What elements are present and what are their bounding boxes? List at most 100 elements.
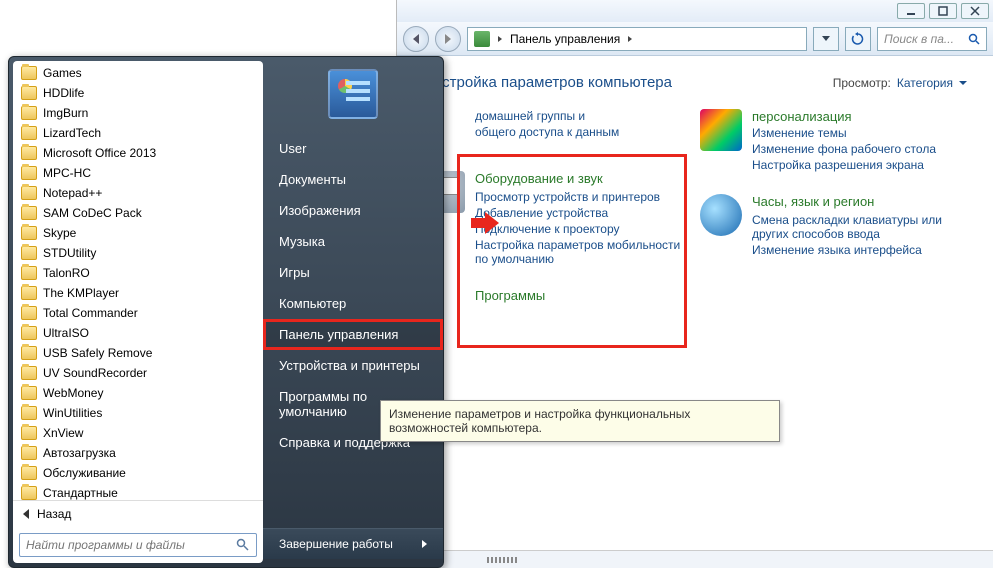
refresh-icon <box>851 32 865 46</box>
program-item[interactable]: XnView <box>15 423 261 443</box>
view-by-selector[interactable]: Просмотр: Категория <box>833 76 967 90</box>
category-link[interactable]: Смена раскладки клавиатуры или других сп… <box>752 213 967 241</box>
view-by-value[interactable]: Категория <box>897 76 953 90</box>
address-bar[interactable]: Панель управления <box>467 27 807 51</box>
program-item[interactable]: WebMoney <box>15 383 261 403</box>
category-appearance: персонализация Изменение темы Изменение … <box>700 109 967 174</box>
category-columns: домашней группы и общего доступа к данны… <box>423 109 967 350</box>
program-label: SAM CoDeC Pack <box>43 206 142 220</box>
category-title[interactable]: персонализация <box>752 109 936 124</box>
program-item[interactable]: UltraISO <box>15 323 261 343</box>
category-link[interactable]: Добавление устройства <box>475 206 690 220</box>
program-item[interactable]: HDDlife <box>15 83 261 103</box>
program-label: UV SoundRecorder <box>43 366 147 380</box>
category-link[interactable]: Изменение темы <box>752 126 936 140</box>
start-right-item[interactable]: Документы <box>263 164 443 195</box>
search-placeholder: Поиск в па... <box>884 32 954 46</box>
chevron-right-icon <box>498 36 502 42</box>
explorer-search-input[interactable]: Поиск в па... <box>877 27 987 51</box>
nav-forward-button[interactable] <box>435 26 461 52</box>
program-label: USB Safely Remove <box>43 346 152 360</box>
start-right-item[interactable]: Игры <box>263 257 443 288</box>
category-link[interactable]: домашней группы и <box>475 109 619 123</box>
program-item[interactable]: MPC-HC <box>15 163 261 183</box>
start-right-item[interactable]: Компьютер <box>263 288 443 319</box>
program-item[interactable]: SAM CoDeC Pack <box>15 203 261 223</box>
program-item[interactable]: Обслуживание <box>15 463 261 483</box>
globe-clock-icon <box>700 194 742 236</box>
category-hardware-sound: Оборудование и звук Просмотр устройств и… <box>423 171 690 268</box>
category-link[interactable]: Изменение фона рабочего стола <box>752 142 936 156</box>
refresh-button[interactable] <box>845 27 871 51</box>
program-item[interactable]: Автозагрузка <box>15 443 261 463</box>
category-title[interactable]: Часы, язык и регион <box>752 194 967 209</box>
back-button[interactable]: Назад <box>13 500 263 527</box>
start-right-item[interactable]: Панель управления <box>263 319 443 350</box>
status-bar <box>397 550 993 568</box>
program-item[interactable]: Notepad++ <box>15 183 261 203</box>
program-label: ImgBurn <box>43 106 88 120</box>
program-item[interactable]: Стандартные <box>15 483 261 500</box>
folder-icon <box>21 66 37 80</box>
category-column-right: персонализация Изменение темы Изменение … <box>700 109 967 350</box>
window-titlebar <box>397 0 993 22</box>
program-item[interactable]: LizardTech <box>15 123 261 143</box>
breadcrumb[interactable]: Панель управления <box>510 32 620 46</box>
minimize-button[interactable] <box>897 3 925 19</box>
start-search-box[interactable] <box>19 533 257 557</box>
program-item[interactable]: WinUtilities <box>15 403 261 423</box>
control-panel-window: Панель управления Поиск в па... Настройк… <box>396 0 993 568</box>
program-item[interactable]: The KMPlayer <box>15 283 261 303</box>
program-item[interactable]: Skype <box>15 223 261 243</box>
program-item[interactable]: UV SoundRecorder <box>15 363 261 383</box>
chevron-right-icon <box>628 36 632 42</box>
category-link[interactable]: Настройка параметров мобильности по умол… <box>475 238 690 266</box>
close-button[interactable] <box>961 3 989 19</box>
category-link[interactable]: Настройка разрешения экрана <box>752 158 936 172</box>
category-homegroup-partial: домашней группы и общего доступа к данны… <box>423 109 690 151</box>
program-label: Total Commander <box>43 306 138 320</box>
user-picture[interactable] <box>328 69 378 119</box>
tooltip-text: Изменение параметров и настройка функцио… <box>389 407 690 435</box>
address-dropdown-button[interactable] <box>813 27 839 51</box>
program-label: MPC-HC <box>43 166 91 180</box>
category-link[interactable]: общего доступа к данным <box>475 125 619 139</box>
folder-icon <box>21 366 37 380</box>
program-item[interactable]: STDUtility <box>15 243 261 263</box>
category-link[interactable]: Подключение к проектору <box>475 222 690 236</box>
resize-grip-icon <box>487 557 517 563</box>
shutdown-button[interactable]: Завершение работы <box>263 528 443 559</box>
search-input[interactable] <box>26 538 236 552</box>
program-label: WinUtilities <box>43 406 102 420</box>
program-item[interactable]: USB Safely Remove <box>15 343 261 363</box>
program-label: The KMPlayer <box>43 286 119 300</box>
folder-icon <box>21 186 37 200</box>
program-item[interactable]: TalonRO <box>15 263 261 283</box>
category-title[interactable]: Оборудование и звук <box>475 171 690 186</box>
program-item[interactable]: Games <box>15 63 261 83</box>
start-menu-left-pane: GamesHDDlife ImgBurn LizardTechMicrosoft O… <box>13 61 263 563</box>
start-right-item[interactable]: User <box>263 133 443 164</box>
folder-icon <box>21 306 37 320</box>
start-right-item[interactable]: Музыка <box>263 226 443 257</box>
folder-icon <box>21 166 37 180</box>
category-title[interactable]: Программы <box>475 288 545 303</box>
folder-icon <box>21 266 37 280</box>
program-item[interactable]: Microsoft Office 2013 <box>15 143 261 163</box>
start-right-item[interactable]: Изображения <box>263 195 443 226</box>
program-item[interactable]: ImgBurn <box>15 103 261 123</box>
folder-icon <box>21 246 37 260</box>
program-label: UltraISO <box>43 326 89 340</box>
category-link[interactable]: Изменение языка интерфейса <box>752 243 967 257</box>
folder-icon <box>21 226 37 240</box>
folder-icon <box>21 286 37 300</box>
all-programs-list[interactable]: GamesHDDlife ImgBurn LizardTechMicrosoft O… <box>13 61 263 500</box>
chevron-down-icon <box>959 81 967 85</box>
program-label: Автозагрузка <box>43 446 116 460</box>
maximize-button[interactable] <box>929 3 957 19</box>
program-item[interactable]: Total Commander <box>15 303 261 323</box>
category-link[interactable]: Просмотр устройств и принтеров <box>475 190 690 204</box>
cp-header: Настройка параметров компьютера Просмотр… <box>423 74 967 91</box>
start-right-item[interactable]: Устройства и принтеры <box>263 350 443 381</box>
nav-back-button[interactable] <box>403 26 429 52</box>
